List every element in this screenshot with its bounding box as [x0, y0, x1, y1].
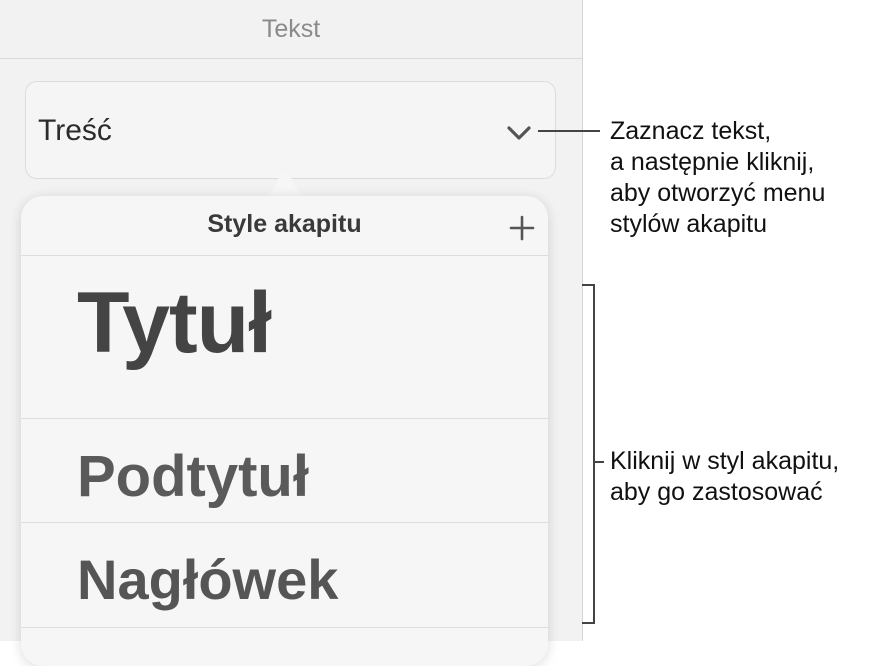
callout-line: Kliknij w styl akapitu,	[610, 447, 840, 475]
bracket-bottom	[582, 622, 594, 624]
callout-leader-styles	[594, 461, 604, 463]
callout-line: aby go zastosować	[610, 478, 823, 506]
text-format-panel: Tekst Treść Style akapitu Tytuł Podtytuł…	[0, 0, 583, 666]
plus-icon[interactable]	[509, 215, 535, 241]
callout-line: aby otworzyć menu	[610, 179, 826, 207]
panel-header: Tekst	[0, 0, 582, 59]
chevron-down-icon[interactable]	[506, 124, 532, 142]
callout-open-menu: Zaznacz tekst, a następnie kliknij, aby …	[610, 116, 825, 240]
style-item-subtitle[interactable]: Podtytuł	[21, 419, 548, 522]
separator	[21, 627, 548, 628]
callout-line: Zaznacz tekst,	[610, 117, 772, 145]
style-item-heading[interactable]: Nagłówek	[21, 523, 548, 627]
popover-arrow	[262, 172, 308, 198]
style-item-label: Nagłówek	[77, 548, 339, 611]
popover-title: Style akapitu	[207, 210, 362, 238]
paragraph-styles-popover: Style akapitu Tytuł Podtytuł Nagłówek	[21, 196, 548, 666]
callout-apply-style: Kliknij w styl akapitu, aby go zastosowa…	[610, 446, 839, 508]
bracket-vertical	[593, 284, 595, 624]
style-item-label: Podtytuł	[77, 444, 309, 509]
style-item-title[interactable]: Tytuł	[21, 256, 548, 418]
selected-style-value: Treść	[38, 114, 112, 147]
paragraph-style-selector[interactable]: Treść	[25, 81, 556, 179]
callout-line: a następnie kliknij,	[610, 148, 815, 176]
callout-line: stylów akapitu	[610, 210, 768, 238]
style-item-label: Tytuł	[77, 275, 272, 371]
callout-leader-menu	[538, 130, 600, 132]
panel-title: Tekst	[261, 14, 321, 43]
